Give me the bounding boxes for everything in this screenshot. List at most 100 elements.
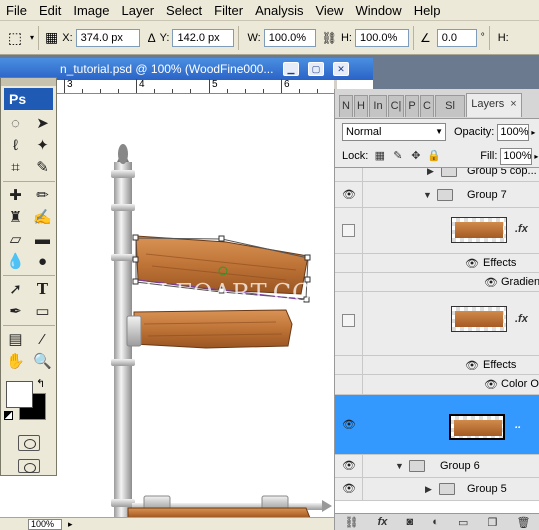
magic-wand-tool-icon[interactable]: ✦ <box>30 136 55 155</box>
eye-icon[interactable]: 👁 <box>341 459 357 473</box>
swap-colors-icon[interactable]: ↰ <box>36 377 45 390</box>
blend-mode-select[interactable]: Normal ▼ <box>342 123 446 141</box>
layer-group-5[interactable]: 👁 ▶ Group 5 <box>335 478 539 501</box>
opacity-arrow-icon[interactable]: ▸ <box>531 128 535 137</box>
tab-paths[interactable]: P <box>405 95 419 117</box>
canvas[interactable]: ALFOART.COM <box>56 94 334 518</box>
add-mask-icon[interactable]: ◙ <box>406 516 413 528</box>
menu-window[interactable]: Window <box>349 0 407 21</box>
close-tab-icon[interactable]: × <box>510 98 516 110</box>
fx-icon[interactable]: .fx <box>515 223 528 235</box>
zoom-field[interactable]: 100% <box>28 519 62 530</box>
gradient-overlay-row[interactable]: 👁 Gradien... <box>335 273 539 292</box>
lasso-tool-icon[interactable]: ℓ <box>3 136 28 155</box>
new-layer-icon[interactable]: ❐ <box>487 516 497 529</box>
fx-icon[interactable]: .fx <box>515 313 528 325</box>
crop-tool-icon[interactable]: ⌗ <box>3 158 28 177</box>
menu-edit[interactable]: Edit <box>33 0 67 21</box>
new-group-icon[interactable]: ▭ <box>458 516 468 529</box>
y-position-field[interactable]: 142.0 px <box>172 28 235 47</box>
lock-image-icon[interactable]: ✎ <box>391 150 404 163</box>
healing-brush-tool-icon[interactable]: ✚ <box>3 186 28 205</box>
menu-image[interactable]: Image <box>67 0 115 21</box>
foreground-color-swatch[interactable] <box>6 381 33 408</box>
tab-info[interactable]: In <box>369 95 387 117</box>
tab-navigator[interactable]: N <box>339 95 353 117</box>
fill-arrow-icon[interactable]: ▸ <box>534 152 538 161</box>
visibility-toggle[interactable] <box>342 314 355 327</box>
gradient-tool-icon[interactable]: ▬ <box>30 230 55 249</box>
pen-tool-icon[interactable]: ✒ <box>3 302 28 321</box>
fill-field[interactable]: 100% <box>500 147 533 165</box>
clone-stamp-tool-icon[interactable]: ♜ <box>3 208 28 227</box>
layer-selected[interactable]: 👁 .. <box>335 395 539 455</box>
x-position-field[interactable]: 374.0 px <box>75 28 140 47</box>
collapse-arrow-icon[interactable]: ▼ <box>423 190 432 200</box>
eye-icon[interactable]: 👁 <box>483 378 499 392</box>
menu-analysis[interactable]: Analysis <box>249 0 309 21</box>
tools-panel-header[interactable] <box>1 78 56 86</box>
layer-group-5-copy[interactable]: ▶ Group 5 cop... <box>335 168 539 182</box>
relative-position-icon[interactable]: Δ <box>148 31 156 45</box>
eye-icon[interactable]: 👁 <box>341 188 357 202</box>
tab-channels[interactable]: C <box>420 95 434 117</box>
blur-tool-icon[interactable]: 💧 <box>3 252 28 271</box>
transform-tool-icon[interactable]: ⬚ <box>0 29 30 47</box>
lock-all-icon[interactable]: 🔒 <box>427 150 441 163</box>
tab-styles[interactable]: Sl <box>435 95 465 117</box>
move-tool-icon[interactable]: ➤ <box>30 114 55 133</box>
lock-transparency-icon[interactable]: ▦ <box>373 150 386 163</box>
opacity-field[interactable]: 100% <box>497 123 530 141</box>
menu-select[interactable]: Select <box>160 0 208 21</box>
reference-point-icon[interactable]: ▦ <box>45 29 58 46</box>
menu-view[interactable]: View <box>309 0 349 21</box>
minimize-button[interactable]: ▁ <box>283 62 299 76</box>
menu-filter[interactable]: Filter <box>208 0 249 21</box>
status-menu-icon[interactable]: ▸ <box>68 518 73 530</box>
eye-icon[interactable]: 👁 <box>464 257 480 271</box>
height-field[interactable]: 100.0% <box>354 28 409 47</box>
add-style-icon[interactable]: fx <box>378 516 388 528</box>
adjustment-layer-icon[interactable]: ◐ <box>432 516 439 528</box>
menu-help[interactable]: Help <box>408 0 447 21</box>
tab-color[interactable]: C| <box>388 95 404 117</box>
expand-arrow-icon[interactable]: ▶ <box>425 484 432 495</box>
history-brush-tool-icon[interactable]: ✍ <box>30 208 55 227</box>
brush-tool-icon[interactable]: ✏ <box>30 186 55 205</box>
color-overlay-row[interactable]: 👁 Color O... <box>335 375 539 395</box>
transform-handle[interactable] <box>218 235 225 242</box>
shape-tool-icon[interactable]: ▭ <box>30 302 55 321</box>
lock-position-icon[interactable]: ✥ <box>409 150 422 163</box>
quick-mask-button[interactable] <box>17 435 40 451</box>
zoom-tool-icon[interactable]: 🔍 <box>30 352 55 371</box>
hand-tool-icon[interactable]: ✋ <box>3 352 28 371</box>
effects-row[interactable]: 👁 Effects <box>335 356 539 375</box>
transform-handle[interactable] <box>132 278 139 285</box>
close-button[interactable]: ✕ <box>333 62 349 76</box>
marquee-tool-icon[interactable]: ◌ <box>3 114 28 133</box>
delete-layer-icon[interactable]: 🗑 <box>516 516 530 529</box>
path-selection-tool-icon[interactable]: ➚ <box>3 280 28 299</box>
layer-group-7[interactable]: 👁 ▼ Group 7 <box>335 182 539 208</box>
tool-preset-dropdown-icon[interactable]: ▾ <box>30 33 34 42</box>
notes-tool-icon[interactable]: ▤ <box>3 330 28 349</box>
eye-icon[interactable]: 👁 <box>483 276 499 290</box>
menu-layer[interactable]: Layer <box>116 0 161 21</box>
screen-mode-button[interactable] <box>17 459 40 473</box>
width-field[interactable]: 100.0% <box>263 28 316 47</box>
link-icon[interactable]: ⛓ <box>322 31 337 45</box>
transform-handle[interactable] <box>132 234 139 241</box>
eyedropper-tool-icon[interactable]: ⁄ <box>30 330 55 349</box>
more-icon[interactable]: .. <box>515 419 521 431</box>
maximize-button[interactable]: ▢ <box>308 62 324 76</box>
tab-histogram[interactable]: H <box>354 95 368 117</box>
transform-handle[interactable] <box>304 254 311 261</box>
rotation-field[interactable]: 0.0 <box>436 28 477 47</box>
layer-wood-2[interactable]: .fx <box>335 292 539 356</box>
effects-row[interactable]: 👁 Effects <box>335 254 539 273</box>
layer-wood-1[interactable]: .fx <box>335 208 539 254</box>
menu-file[interactable]: File <box>0 0 33 21</box>
eyedropper-tool-icon[interactable]: ✎ <box>30 158 55 177</box>
eye-icon[interactable]: 👁 <box>341 482 357 496</box>
eye-icon[interactable]: 👁 <box>341 418 357 432</box>
